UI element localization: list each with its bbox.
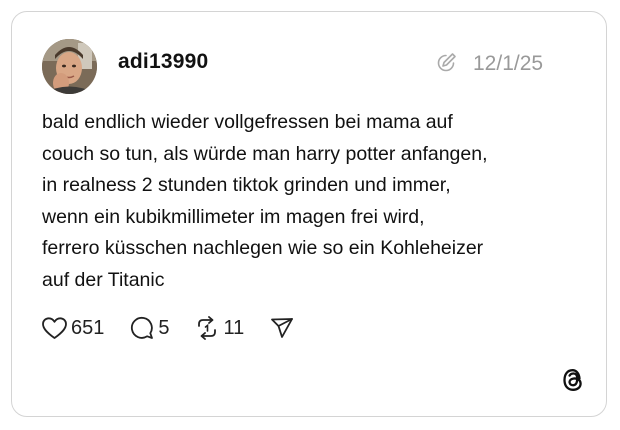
avatar[interactable] bbox=[42, 39, 97, 94]
reply-button[interactable]: 5 bbox=[130, 312, 170, 344]
post-text: bald endlich wieder vollgefressen bei ma… bbox=[42, 111, 488, 291]
speech-bubble-icon bbox=[131, 317, 154, 339]
reply-count: 5 bbox=[158, 316, 170, 339]
repost-count: 11 bbox=[223, 316, 245, 339]
like-button[interactable]: 651 bbox=[42, 312, 104, 344]
paper-plane-icon bbox=[271, 318, 294, 338]
threads-logo-icon bbox=[563, 369, 582, 391]
username[interactable]: adi13990 bbox=[118, 50, 208, 74]
post-card: adi13990 12/1/25 bald endlich wieder vol… bbox=[11, 11, 607, 417]
edited-pencil-icon bbox=[437, 53, 456, 72]
repost-arrows-icon bbox=[197, 316, 216, 340]
share-button[interactable] bbox=[270, 312, 294, 344]
action-bar: 651 5 11 bbox=[42, 312, 294, 344]
repost-button[interactable]: 11 bbox=[194, 312, 245, 344]
like-count: 651 bbox=[71, 316, 105, 339]
heart-icon bbox=[42, 316, 67, 339]
post-date: 12/1/25 bbox=[473, 52, 544, 75]
